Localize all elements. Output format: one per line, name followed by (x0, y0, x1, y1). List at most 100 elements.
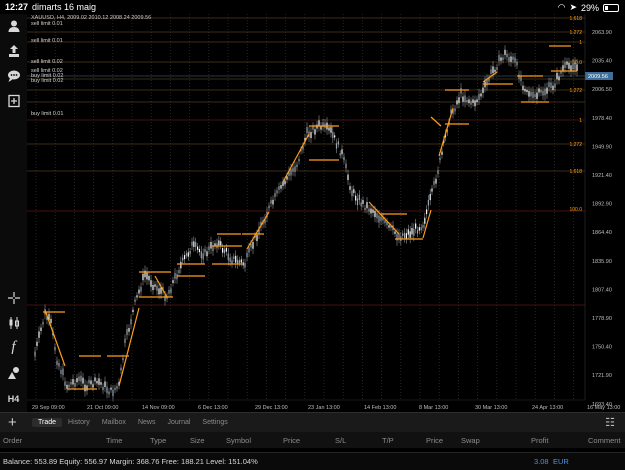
tab-news[interactable]: News (132, 418, 162, 427)
order-annotation: sell limit 0.01 (31, 38, 63, 44)
candle-body (225, 247, 227, 252)
tab-journal[interactable]: Journal (161, 418, 196, 427)
candle-body (458, 97, 460, 104)
candle-body (512, 56, 514, 60)
trend-line (430, 116, 442, 127)
add-icon[interactable]: + (8, 414, 17, 431)
candle-body (328, 127, 330, 131)
timeframe-button[interactable]: H4 (4, 389, 23, 408)
candle-body (456, 100, 458, 105)
candle-body (310, 132, 312, 139)
candle-body (56, 360, 58, 365)
tab-trade[interactable]: Trade (32, 418, 63, 427)
candle-body (180, 261, 182, 269)
candle-body (441, 151, 443, 155)
candle-body (270, 200, 272, 204)
candle-body (54, 347, 56, 351)
candle-body (240, 259, 242, 263)
candle-body (62, 368, 64, 376)
candle-body (193, 241, 195, 247)
column-header[interactable]: S/L (335, 436, 346, 445)
candle-body (244, 263, 246, 268)
objects-icon[interactable] (4, 363, 23, 382)
candle-body (168, 289, 170, 294)
indicator-icon[interactable]: f (4, 338, 23, 357)
candle-body (191, 241, 193, 246)
column-header[interactable]: Type (150, 436, 166, 445)
chat-icon[interactable] (4, 66, 23, 85)
column-header[interactable]: Order (3, 436, 22, 445)
candle-body (409, 231, 411, 238)
candle-body (140, 286, 142, 292)
candle-body (316, 124, 318, 129)
time-axis-label: 21 Oct 09:00 (87, 405, 119, 411)
column-header[interactable]: Profit (531, 436, 549, 445)
candle-body (460, 87, 462, 94)
candle-body (420, 227, 422, 230)
candle-body (374, 210, 376, 218)
candle-body (378, 215, 380, 223)
time-axis-label: 24 Apr 13:00 (532, 405, 563, 411)
candle-body (454, 108, 456, 112)
fib-label: 1.272 (569, 142, 582, 148)
candle-body (189, 251, 191, 254)
candle-body (70, 382, 72, 385)
candle-body (550, 82, 552, 88)
candle-body (182, 257, 184, 261)
candle-body (337, 141, 339, 145)
tab-settings[interactable]: Settings (196, 418, 233, 427)
candle-body (296, 164, 298, 168)
candle-body (506, 53, 508, 58)
candle-body (572, 63, 574, 70)
battery-percent: 29% (580, 2, 599, 13)
candle-body (534, 94, 536, 98)
candle-body (556, 72, 558, 80)
column-header[interactable]: Comment (588, 436, 621, 445)
price-axis-label: 1892.90 (592, 202, 612, 208)
candle-body (268, 205, 270, 209)
column-header[interactable]: Price (283, 436, 300, 445)
crosshair-icon[interactable] (4, 288, 23, 307)
account-icon[interactable] (4, 16, 23, 35)
column-header[interactable]: Size (190, 436, 205, 445)
add-chart-icon[interactable] (4, 91, 23, 110)
balance-text: Balance: 553.89 Equity: 556.97 Margin: 3… (3, 457, 258, 466)
candle-body (122, 357, 124, 361)
chart-canvas: 2063.90 2035.40 2006.50 1978.40 1949.90 1921.… (27, 14, 620, 411)
terminal-tabbar: + Trade History Mailbox News Journal Settings… (0, 412, 625, 433)
candle-body (185, 253, 188, 256)
candle-body (112, 390, 114, 397)
column-header[interactable]: Symbol (226, 436, 251, 445)
trend-line (246, 211, 270, 250)
column-header[interactable]: Swap (461, 436, 480, 445)
chart-type-icon[interactable] (4, 313, 23, 332)
candle-body (522, 85, 524, 91)
candle-body (345, 163, 347, 169)
candle-body (92, 384, 94, 388)
candle-body (349, 186, 351, 190)
price-axis-label: 1978.40 (592, 116, 612, 122)
tab-mailbox[interactable]: Mailbox (96, 418, 132, 427)
column-header[interactable]: Time (106, 436, 122, 445)
candle-body (574, 62, 576, 70)
candle-body (34, 351, 36, 357)
candle-body (88, 379, 90, 384)
fib-label: 1 (579, 40, 582, 46)
candle-body (353, 189, 355, 193)
price-chart[interactable]: 2063.90 2035.40 2006.50 1978.40 1949.90 1921.… (27, 14, 625, 412)
trade-icon[interactable] (4, 41, 23, 60)
toolbox-icon[interactable]: ☷ (605, 416, 615, 429)
candle-body (466, 99, 468, 103)
candle-body (106, 386, 108, 394)
candle-body (476, 99, 478, 103)
location-icon: ➤ (569, 2, 577, 12)
candle-body (364, 207, 366, 210)
candle-body (482, 87, 484, 94)
column-header[interactable]: T/P (382, 436, 394, 445)
candle-body (284, 180, 286, 185)
column-header[interactable]: Price (426, 436, 443, 445)
tab-history[interactable]: History (62, 418, 96, 427)
candle-body (58, 362, 60, 367)
candle-body (413, 228, 415, 236)
balance-bar: Balance: 553.89 Equity: 556.97 Margin: 3… (0, 452, 625, 470)
